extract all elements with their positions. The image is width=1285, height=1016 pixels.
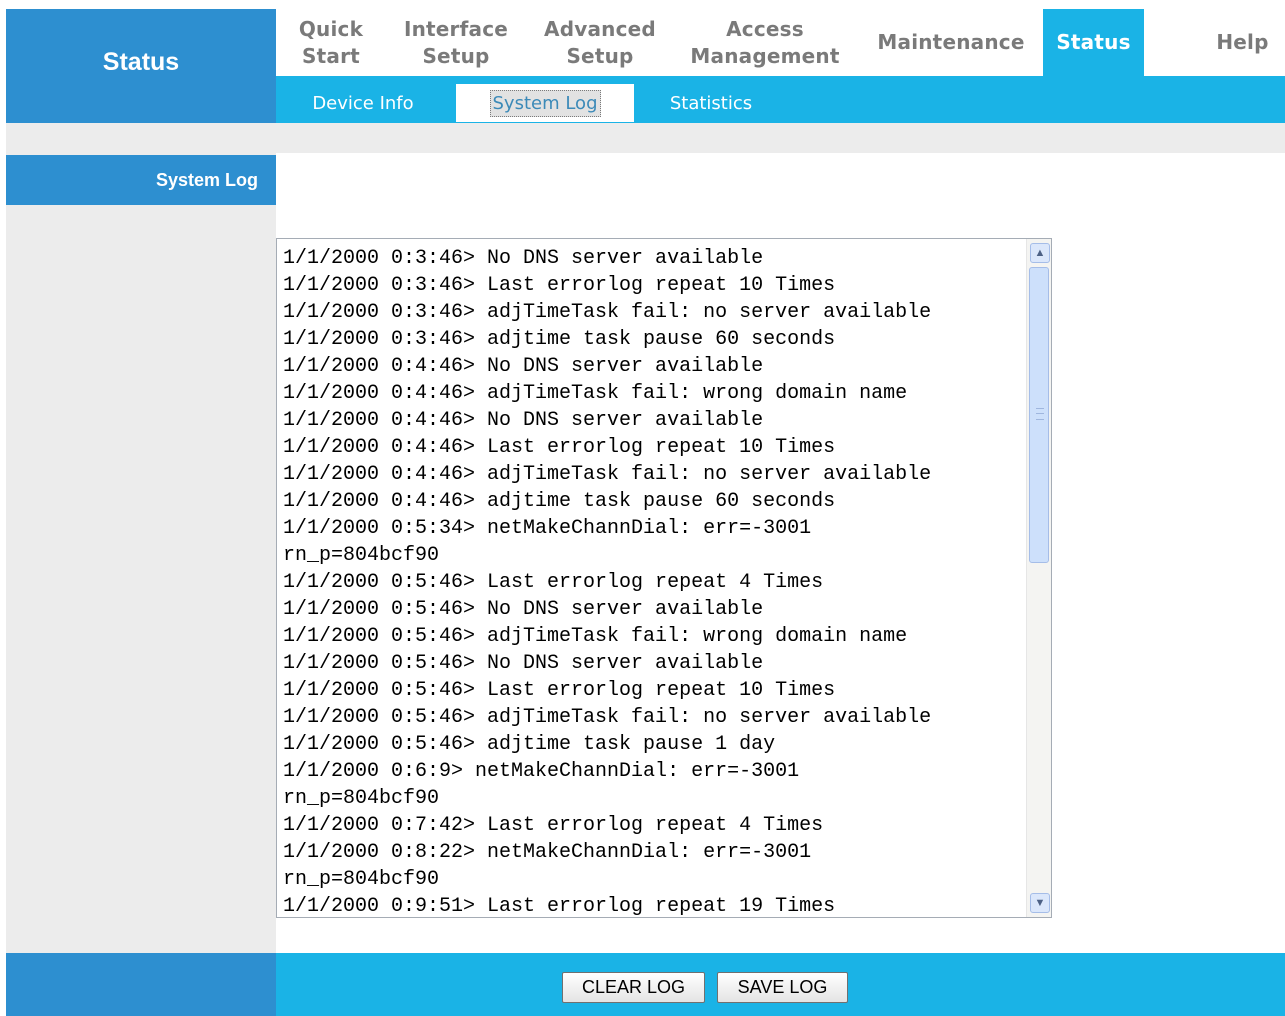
sub-tab-statistics[interactable]: Statistics [655, 84, 767, 122]
separator-band [6, 123, 1285, 153]
nav-tab-label-line2: Start [302, 43, 360, 68]
sub-tab-label: Statistics [669, 92, 753, 114]
log-line: 1/1/2000 0:5:46> adjTimeTask fail: no se… [283, 706, 932, 729]
log-line: 1/1/2000 0:6:9> netMakeChannDial: err=-3… [283, 760, 800, 783]
nav-tab-status[interactable]: Status [1043, 9, 1144, 76]
nav-tab-label-line1: Access [726, 16, 804, 41]
log-line: 1/1/2000 0:5:46> adjtime task pause 1 da… [283, 733, 776, 756]
log-line: 1/1/2000 0:5:46> Last errorlog repeat 10… [283, 679, 836, 702]
log-line: 1/1/2000 0:4:46> adjtime task pause 60 s… [283, 490, 836, 513]
nav-tab-label-line2: Management [690, 43, 840, 68]
log-line: rn_p=804bcf90 [283, 868, 440, 891]
nav-tab-interface-setup[interactable]: Interface Setup [395, 9, 517, 76]
nav-tab-label: Help [1216, 30, 1269, 54]
log-line: 1/1/2000 0:4:46> adjTimeTask fail: wrong… [283, 382, 908, 405]
log-line: rn_p=804bcf90 [283, 544, 440, 567]
log-line: 1/1/2000 0:3:46> No DNS server available [283, 247, 764, 270]
sub-tab-system-log[interactable]: System Log [461, 84, 629, 122]
nav-tab-label-line2: Setup [566, 43, 634, 68]
log-line: 1/1/2000 0:9:51> Last errorlog repeat 19… [283, 895, 836, 918]
sub-tab-label: System Log [489, 89, 601, 117]
nav-tab-advanced-setup[interactable]: Advanced Setup [533, 9, 667, 76]
sub-tab-label: Device Info [312, 92, 414, 114]
footer-left-panel [6, 953, 276, 1016]
log-line: 1/1/2000 0:4:46> adjTimeTask fail: no se… [283, 463, 932, 486]
log-scrollbar[interactable]: ▲ ▼ [1026, 239, 1051, 917]
nav-tab-maintenance[interactable]: Maintenance [864, 9, 1038, 76]
clear-log-button[interactable]: CLEAR LOG [562, 972, 705, 1003]
log-line: 1/1/2000 0:7:42> Last errorlog repeat 4 … [283, 814, 824, 837]
left-column [6, 153, 276, 953]
save-log-button[interactable]: SAVE LOG [717, 972, 848, 1003]
nav-tab-label-line1: Quick [298, 16, 364, 41]
scroll-grip-icon [1036, 408, 1044, 420]
scroll-up-arrow-icon[interactable]: ▲ [1030, 243, 1050, 263]
nav-tab-label: Status [1056, 30, 1131, 54]
brand-title: Status [102, 48, 180, 76]
log-line: 1/1/2000 0:5:34> netMakeChannDial: err=-… [283, 517, 812, 540]
log-line: 1/1/2000 0:5:46> No DNS server available [283, 598, 764, 621]
sub-tab-device-info[interactable]: Device Info [296, 84, 430, 122]
log-line: 1/1/2000 0:5:46> Last errorlog repeat 4 … [283, 571, 824, 594]
log-line: 1/1/2000 0:8:22> netMakeChannDial: err=-… [283, 841, 812, 864]
log-line: rn_p=804bcf90 [283, 787, 440, 810]
scroll-down-arrow-icon[interactable]: ▼ [1030, 893, 1050, 913]
log-line: 1/1/2000 0:3:46> Last errorlog repeat 10… [283, 274, 836, 297]
log-line: 1/1/2000 0:4:46> No DNS server available [283, 409, 764, 432]
system-log-textarea[interactable]: 1/1/2000 0:3:46> No DNS server available… [276, 238, 1052, 918]
log-content: 1/1/2000 0:3:46> No DNS server available… [283, 245, 1028, 918]
log-line: 1/1/2000 0:3:46> adjTimeTask fail: no se… [283, 301, 932, 324]
log-line: 1/1/2000 0:3:46> adjtime task pause 60 s… [283, 328, 836, 351]
nav-tab-label: Maintenance [877, 30, 1025, 54]
log-line: 1/1/2000 0:4:46> No DNS server available [283, 355, 764, 378]
nav-tab-label-line2: Setup [422, 43, 490, 68]
nav-tab-label-line1: Interface [403, 16, 509, 41]
scroll-thumb[interactable] [1029, 267, 1049, 563]
nav-tab-label-line1: Advanced [544, 16, 656, 41]
sub-tab-divider [629, 84, 634, 122]
nav-tab-help[interactable]: Help [1200, 9, 1285, 76]
log-line: 1/1/2000 0:5:46> adjTimeTask fail: wrong… [283, 625, 908, 648]
log-line: 1/1/2000 0:4:46> Last errorlog repeat 10… [283, 436, 836, 459]
nav-tab-quick-start[interactable]: Quick Start [276, 9, 386, 76]
section-title: System Log [155, 170, 258, 190]
nav-tab-access-management[interactable]: Access Management [684, 9, 846, 76]
log-line: 1/1/2000 0:5:46> No DNS server available [283, 652, 764, 675]
